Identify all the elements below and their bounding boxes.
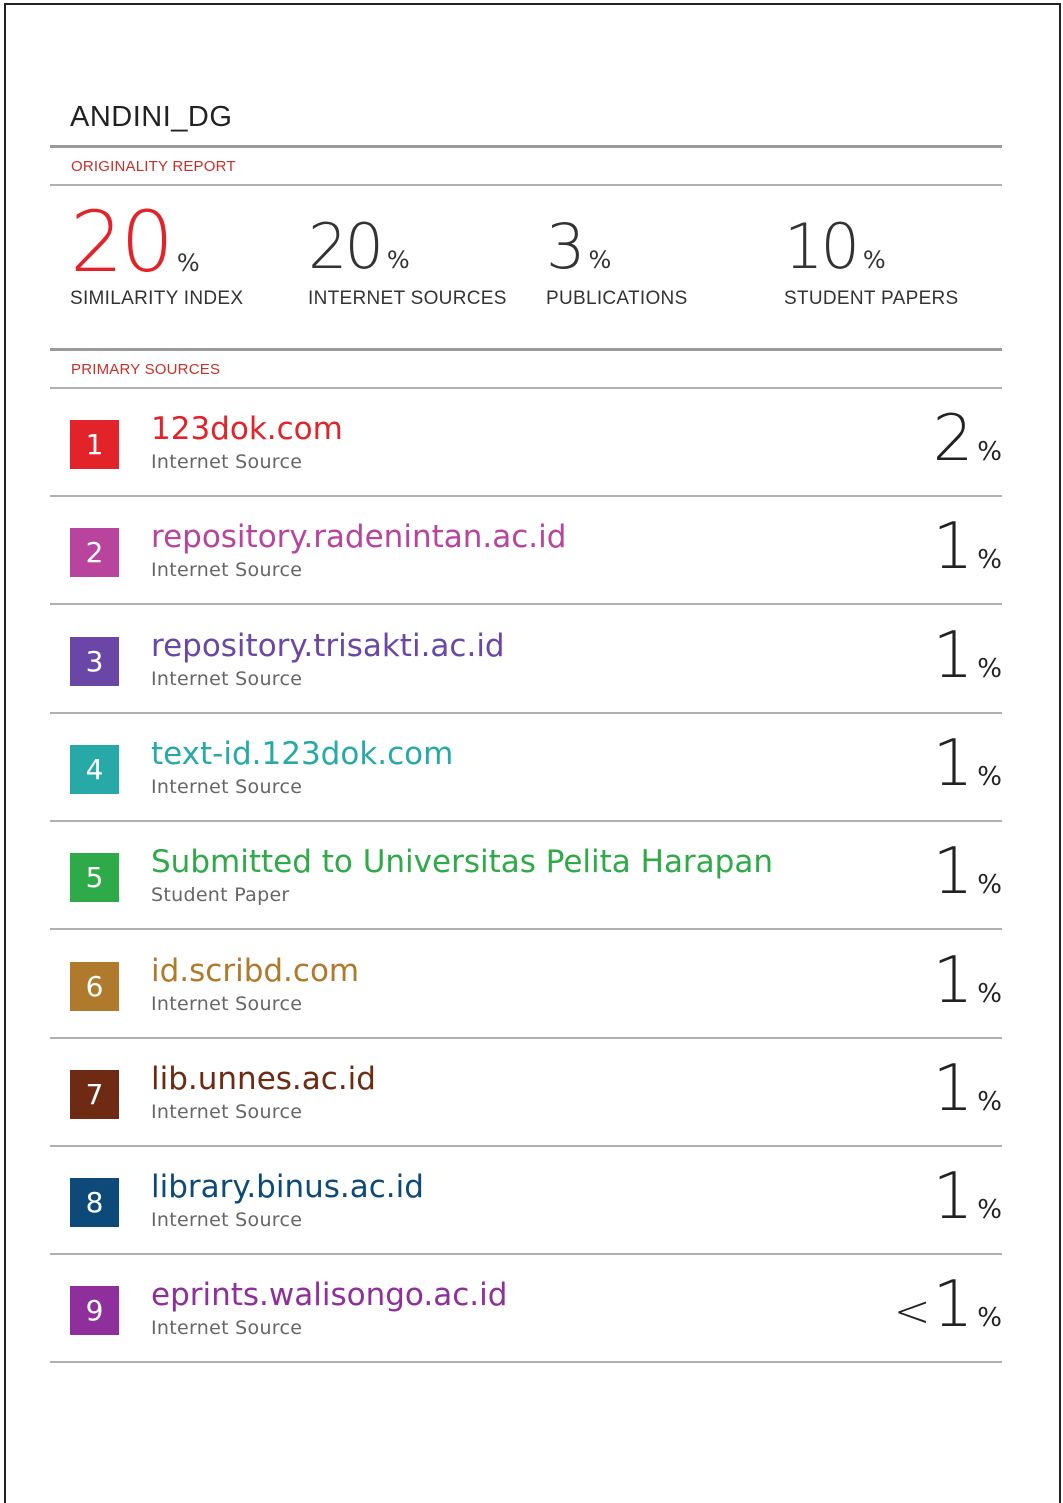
stat-publications: 3% PUBLICATIONS [546,216,688,310]
source-percent-value: 1 [932,1052,974,1126]
source-rank-badge: 8 [70,1178,119,1227]
source-percent-sign: % [977,870,1002,900]
source-percent-sign: % [977,545,1002,575]
source-percent-value: 1 [932,619,974,693]
source-row[interactable]: 5 Submitted to Universitas Pelita Harapan… [50,822,1002,930]
stat-student-papers: 10% STUDENT PAPERS [784,216,959,310]
source-percentage: 1% [933,624,1002,688]
row-divider [50,1361,1002,1363]
primary-sources-label: PRIMARY SOURCES [71,361,221,378]
source-percentage: <1% [894,1273,1002,1337]
source-percent-sign: % [977,654,1002,684]
source-name-link[interactable]: id.scribd.com [151,953,359,989]
source-type: Internet Source [151,668,303,690]
source-rank-badge: 3 [70,637,119,686]
source-percentage: 1% [933,840,1002,904]
stat-value: 3% [546,216,688,286]
source-name-link[interactable]: text-id.123dok.com [151,736,453,772]
source-row[interactable]: 7 lib.unnes.ac.id Internet Source 1% [50,1039,1002,1147]
source-percentage: 1% [933,949,1002,1013]
source-rank-badge: 4 [70,745,119,794]
source-rank-badge: 6 [70,962,119,1011]
source-type: Internet Source [151,776,303,798]
source-name-link[interactable]: library.binus.ac.id [151,1169,424,1205]
source-type: Internet Source [151,1209,303,1231]
source-percentage: 1% [933,732,1002,796]
source-percent-sign: % [977,979,1002,1009]
source-name-link[interactable]: eprints.walisongo.ac.id [151,1277,507,1313]
less-than-sign: < [893,1286,931,1337]
source-percent-value: 1 [932,1268,974,1342]
stats-divider [50,348,1002,351]
stat-similarity-index: 20% SIMILARITY INDEX [70,200,243,310]
stat-number: 10 [784,210,860,283]
source-type: Internet Source [151,1317,303,1339]
source-rank-badge: 7 [70,1070,119,1119]
stat-value: 20% [308,216,507,286]
source-name-link[interactable]: 123dok.com [151,411,343,447]
source-percentage: 1% [933,1057,1002,1121]
source-percentage: 2% [933,407,1002,471]
source-rank-badge: 9 [70,1286,119,1335]
stat-number: 20 [70,193,174,291]
stat-number: 20 [308,210,384,283]
source-row[interactable]: 4 text-id.123dok.com Internet Source 1% [50,714,1002,822]
source-row[interactable]: 8 library.binus.ac.id Internet Source 1% [50,1147,1002,1255]
source-percent-value: 1 [932,944,974,1018]
stat-percent-sign: % [862,246,886,274]
stat-percent-sign: % [588,246,612,274]
source-rank-badge: 2 [70,528,119,577]
stat-number: 3 [546,210,585,283]
source-row[interactable]: 9 eprints.walisongo.ac.id Internet Source <… [50,1255,1002,1363]
stat-label: STUDENT PAPERS [784,288,959,309]
source-rank-badge: 1 [70,420,119,469]
row-divider [50,603,1002,605]
source-type: Internet Source [151,451,303,473]
source-type: Internet Source [151,559,303,581]
stat-value: 10% [784,216,959,286]
source-percent-sign: % [977,1303,1002,1333]
source-percent-sign: % [977,1195,1002,1225]
source-percent-value: 1 [932,510,974,584]
document-title: ANDINI_DG [70,101,233,133]
stat-label: SIMILARITY INDEX [70,288,244,309]
source-type: Student Paper [151,884,290,906]
source-name-link[interactable]: lib.unnes.ac.id [151,1061,376,1097]
source-row[interactable]: 1 123dok.com Internet Source 2% [50,389,1002,497]
row-divider [50,928,1002,930]
title-divider [50,145,1002,148]
source-type: Internet Source [151,1101,303,1123]
stat-percent-sign: % [176,249,200,277]
source-name-link[interactable]: repository.radenintan.ac.id [151,519,566,555]
source-name-link[interactable]: Submitted to Universitas Pelita Harapan [151,844,773,880]
source-percent-value: 2 [932,402,974,476]
stat-internet-sources: 20% INTERNET SOURCES [308,216,507,310]
stat-value: 20% [70,200,243,286]
source-percent-value: 1 [932,1160,974,1234]
source-percent-value: 1 [932,835,974,909]
originality-report-label: ORIGINALITY REPORT [71,158,236,175]
source-percent-sign: % [977,762,1002,792]
source-percentage: 1% [933,515,1002,579]
source-row[interactable]: 3 repository.trisakti.ac.id Internet Sourc… [50,606,1002,714]
source-percent-value: 1 [932,727,974,801]
source-type: Internet Source [151,993,303,1015]
source-percent-sign: % [977,437,1002,467]
source-row[interactable]: 2 repository.radenintan.ac.id Internet Sou… [50,497,1002,605]
stat-percent-sign: % [386,246,410,274]
stat-label: PUBLICATIONS [546,288,688,309]
source-rank-badge: 5 [70,853,119,902]
source-name-link[interactable]: repository.trisakti.ac.id [151,628,505,664]
stat-label: INTERNET SOURCES [308,288,507,309]
source-percent-sign: % [977,1087,1002,1117]
source-row[interactable]: 6 id.scribd.com Internet Source 1% [50,931,1002,1039]
report-divider [50,184,1002,186]
source-percentage: 1% [933,1165,1002,1229]
